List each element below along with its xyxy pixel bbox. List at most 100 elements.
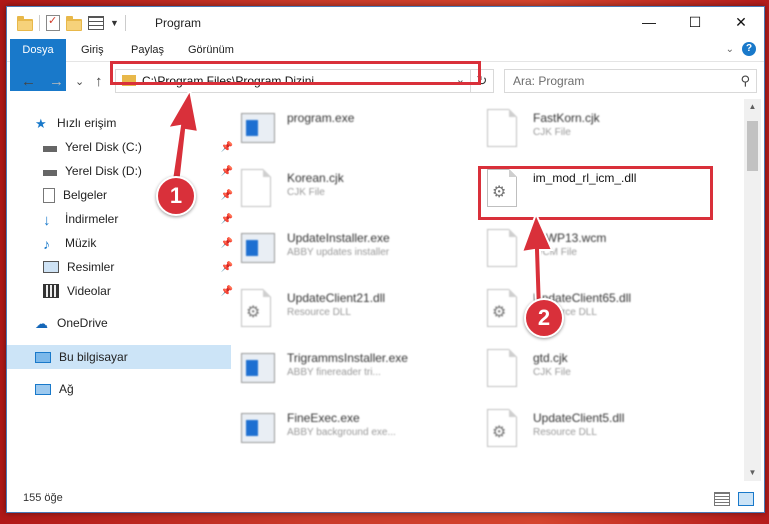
file-name: ToWP13.wcm [533,231,607,245]
documents-icon [43,187,55,203]
large-icons-view-icon[interactable] [738,492,754,506]
file-name: gtd.cjk [533,351,568,365]
sidebar-item-label: Müzik [65,236,97,250]
list-item[interactable]: FineExec.exe ABBY background exe... [231,401,471,453]
file-icon [487,229,521,269]
view-switcher [714,492,754,506]
target-file-highlight [478,166,713,220]
file-icon [487,349,521,389]
star-icon: ★ [35,116,47,131]
list-item[interactable]: ⚙ UpdateClient65.dll Resource DLL [477,281,717,333]
file-name: TrigrammsInstaller.exe [287,351,408,365]
minimize-button[interactable]: — [626,7,672,37]
scroll-up-icon[interactable]: ▲ [744,99,761,115]
view-options-icon[interactable] [88,16,104,30]
help-icon[interactable]: ? [742,42,756,56]
recent-locations-chevron-icon[interactable]: ⌄ [75,75,84,88]
close-button[interactable]: ✕ [718,7,764,37]
maximize-button[interactable]: ☐ [672,7,718,37]
title-bar: ▼ Program — ☐ ✕ [7,7,764,39]
list-item[interactable]: FastKorn.cjk CJK File [477,101,717,153]
sidebar-item-quick-access[interactable]: ★ Hızlı erişim [7,111,231,135]
list-item[interactable]: ⚙ UpdateClient21.dll Resource DLL [231,281,471,333]
sidebar-item-onedrive[interactable]: ☁ OneDrive [7,311,231,335]
back-button[interactable]: ← [21,73,36,90]
dll-gear-icon: ⚙ [487,409,521,449]
sidebar-item-local-disk-d[interactable]: Yerel Disk (D:) 📌 [7,159,239,183]
file-name: FastKorn.cjk [533,111,600,125]
sidebar-item-label: İndirmeler [65,212,119,226]
up-button[interactable]: ↑ [95,73,103,90]
list-item[interactable]: UpdateInstaller.exe ABBY updates install… [231,221,471,273]
search-icon: ⚲ [740,73,750,88]
dll-gear-icon: ⚙ [487,289,521,329]
ribbon-right-controls: ⌄ ? [726,42,756,56]
pictures-icon [43,261,59,273]
file-name: UpdateClient21.dll [287,291,386,305]
sidebar-item-videos[interactable]: Videolar 📌 [7,279,239,303]
file-description: Resource DLL [533,427,597,438]
file-description: ABBY background exe... [287,427,396,438]
list-item[interactable]: gtd.cjk CJK File [477,341,717,393]
sidebar-item-label: OneDrive [57,316,108,330]
drive-icon [43,170,57,176]
exe-icon [241,109,275,149]
sidebar-item-label: Ağ [59,382,74,396]
new-folder-icon[interactable] [66,16,82,31]
step-badge-1: 1 [156,176,196,216]
file-description: ABBY finereader tri... [287,367,381,378]
tab-share[interactable]: Paylaş [131,39,164,61]
exe-icon [241,349,275,389]
sidebar-item-label: Yerel Disk (D:) [65,164,142,178]
forward-button[interactable]: → [49,73,64,90]
list-item[interactable]: ⚙ UpdateClient5.dll Resource DLL [477,401,717,453]
file-description: CJK File [287,187,325,198]
file-list: program.exe FastKorn.cjk CJK File Korean… [217,99,742,481]
video-icon [43,284,59,298]
sidebar-item-label: Videolar [67,284,111,298]
sidebar-item-this-pc[interactable]: Bu bilgisayar [7,345,231,369]
customize-toolbar-chevron-icon[interactable]: ▼ [110,18,119,28]
scroll-down-icon[interactable]: ▼ [744,465,761,481]
expand-ribbon-chevron-icon[interactable]: ⌄ [726,44,734,55]
search-box[interactable]: Ara: Program ⚲ [504,69,757,93]
item-count: 155 öğe [23,492,63,504]
step-badge-2: 2 [524,298,564,338]
file-name: FineExec.exe [287,411,360,425]
file-name: UpdateInstaller.exe [287,231,390,245]
list-item[interactable]: Korean.cjk CJK File [231,161,471,213]
download-icon: ↓ [43,212,51,229]
toolbar-divider [39,15,40,31]
sidebar-item-pictures[interactable]: Resimler 📌 [7,255,239,279]
file-name: UpdateClient5.dll [533,411,625,425]
exe-icon [241,409,275,449]
vertical-scrollbar[interactable]: ▲ ▼ [744,99,761,481]
cloud-icon: ☁ [35,316,48,331]
properties-icon[interactable] [46,14,60,31]
search-input[interactable]: Ara: Program [513,74,584,88]
sidebar-item-music[interactable]: ♪ Müzik 📌 [7,231,239,255]
file-icon [487,109,521,149]
sidebar-item-local-disk-c[interactable]: Yerel Disk (C:) 📌 [7,135,239,159]
sidebar-item-network[interactable]: Ağ [7,377,231,401]
sidebar-item-downloads[interactable]: ↓ İndirmeler 📌 [7,207,239,231]
sidebar-item-label: Yerel Disk (C:) [65,140,142,154]
list-item[interactable]: TrigrammsInstaller.exe ABBY finereader t… [231,341,471,393]
sidebar-item-documents[interactable]: Belgeler 📌 [7,183,239,207]
dll-gear-icon: ⚙ [241,289,275,329]
exe-icon [241,229,275,269]
sidebar-item-label: Resimler [67,260,115,274]
network-icon [35,383,51,395]
tab-home[interactable]: Giriş [81,39,104,61]
scrollbar-thumb[interactable] [747,121,758,171]
window-controls: — ☐ ✕ [626,7,764,37]
toolbar-divider [124,15,126,31]
sidebar-item-label: Belgeler [63,188,108,202]
list-item[interactable]: program.exe [231,101,471,153]
file-description: CJK File [533,367,571,378]
tab-view[interactable]: Görünüm [188,39,234,61]
list-item[interactable]: ToWP13.wcm WCM File [477,221,717,273]
file-description: CJK File [533,127,571,138]
details-view-icon[interactable] [714,492,730,506]
file-name: Korean.cjk [287,171,344,185]
